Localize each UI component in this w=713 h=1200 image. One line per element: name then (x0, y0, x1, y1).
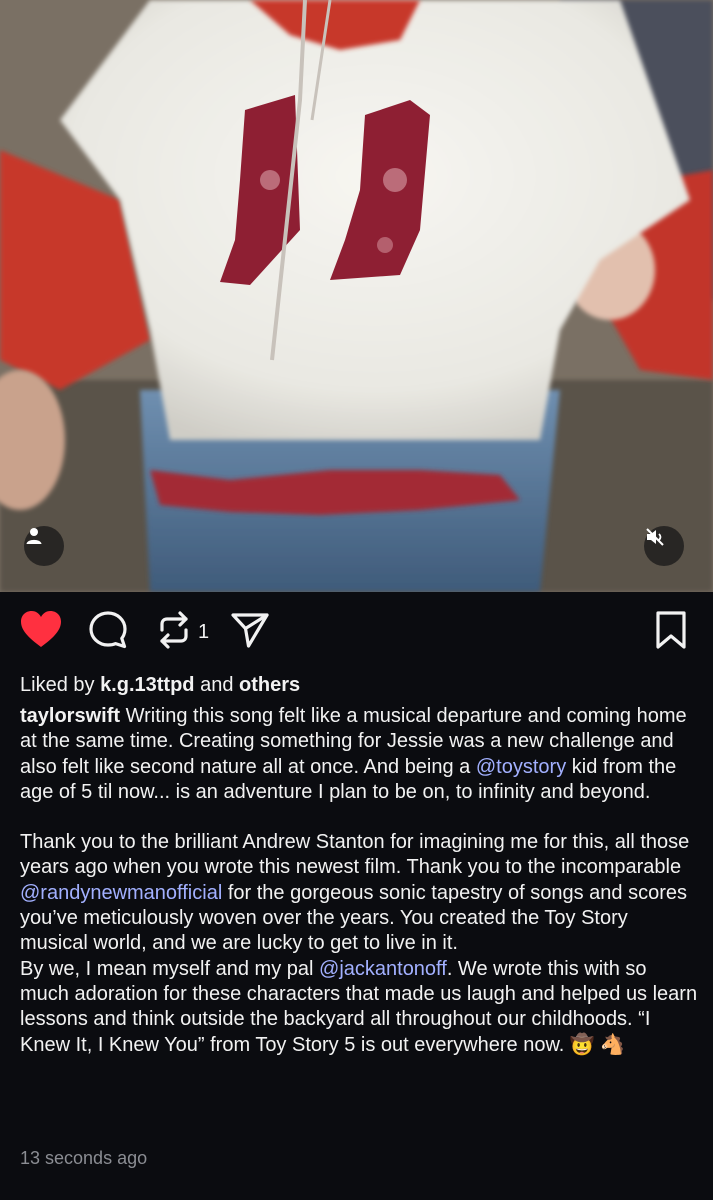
caption-paragraph: taylorswift Writing this song felt like … (20, 704, 700, 805)
liked-by-user[interactable]: k.g.13ttpd (100, 674, 194, 696)
like-button[interactable] (20, 610, 62, 650)
repost-count: 1 (198, 621, 210, 643)
post-timestamp: 13 seconds ago (20, 1148, 148, 1168)
heart-filled-icon (21, 611, 61, 647)
speaker-muted-icon (646, 528, 664, 546)
bookmark-icon (656, 611, 686, 649)
liked-by-connector: and (200, 674, 234, 696)
post-media[interactable] (0, 0, 713, 592)
caption-text: By we, I mean myself and my pal (20, 957, 314, 980)
mention-link[interactable]: @randynewmanofficial (20, 882, 222, 904)
person-icon (26, 528, 42, 544)
liked-by-prefix: Liked by (20, 674, 95, 696)
comment-button[interactable] (88, 610, 128, 650)
repost-button[interactable] (156, 610, 192, 650)
caption-username[interactable]: taylorswift (20, 705, 120, 727)
caption-text: Thank you to the brilliant Andrew Stanto… (20, 831, 690, 879)
save-button[interactable] (654, 610, 688, 650)
paper-plane-icon (231, 613, 269, 648)
post-action-bar: 1 (0, 592, 713, 672)
horse-emoji: 🐴 (600, 1033, 626, 1056)
liked-by-line: Liked by k.g.13ttpd and others (20, 671, 300, 699)
mute-button[interactable] (644, 526, 684, 566)
caption-paragraph: By we, I mean myself and my pal @jackant… (20, 957, 700, 1058)
liked-by-others[interactable]: others (239, 674, 300, 696)
mention-link[interactable]: @toystory (476, 756, 566, 778)
mention-link[interactable]: @jackantonoff (319, 958, 447, 980)
caption-paragraph: Thank you to the brilliant Andrew Stanto… (20, 830, 700, 956)
post-caption: taylorswift Writing this song felt like … (20, 704, 700, 1058)
user-tag-button[interactable] (24, 526, 64, 566)
repost-arrows-icon (160, 611, 188, 649)
share-button[interactable] (230, 610, 270, 650)
comment-bubble-icon (89, 611, 127, 649)
post-photo (0, 0, 713, 592)
cowboy-emoji: 🤠 (569, 1033, 595, 1056)
